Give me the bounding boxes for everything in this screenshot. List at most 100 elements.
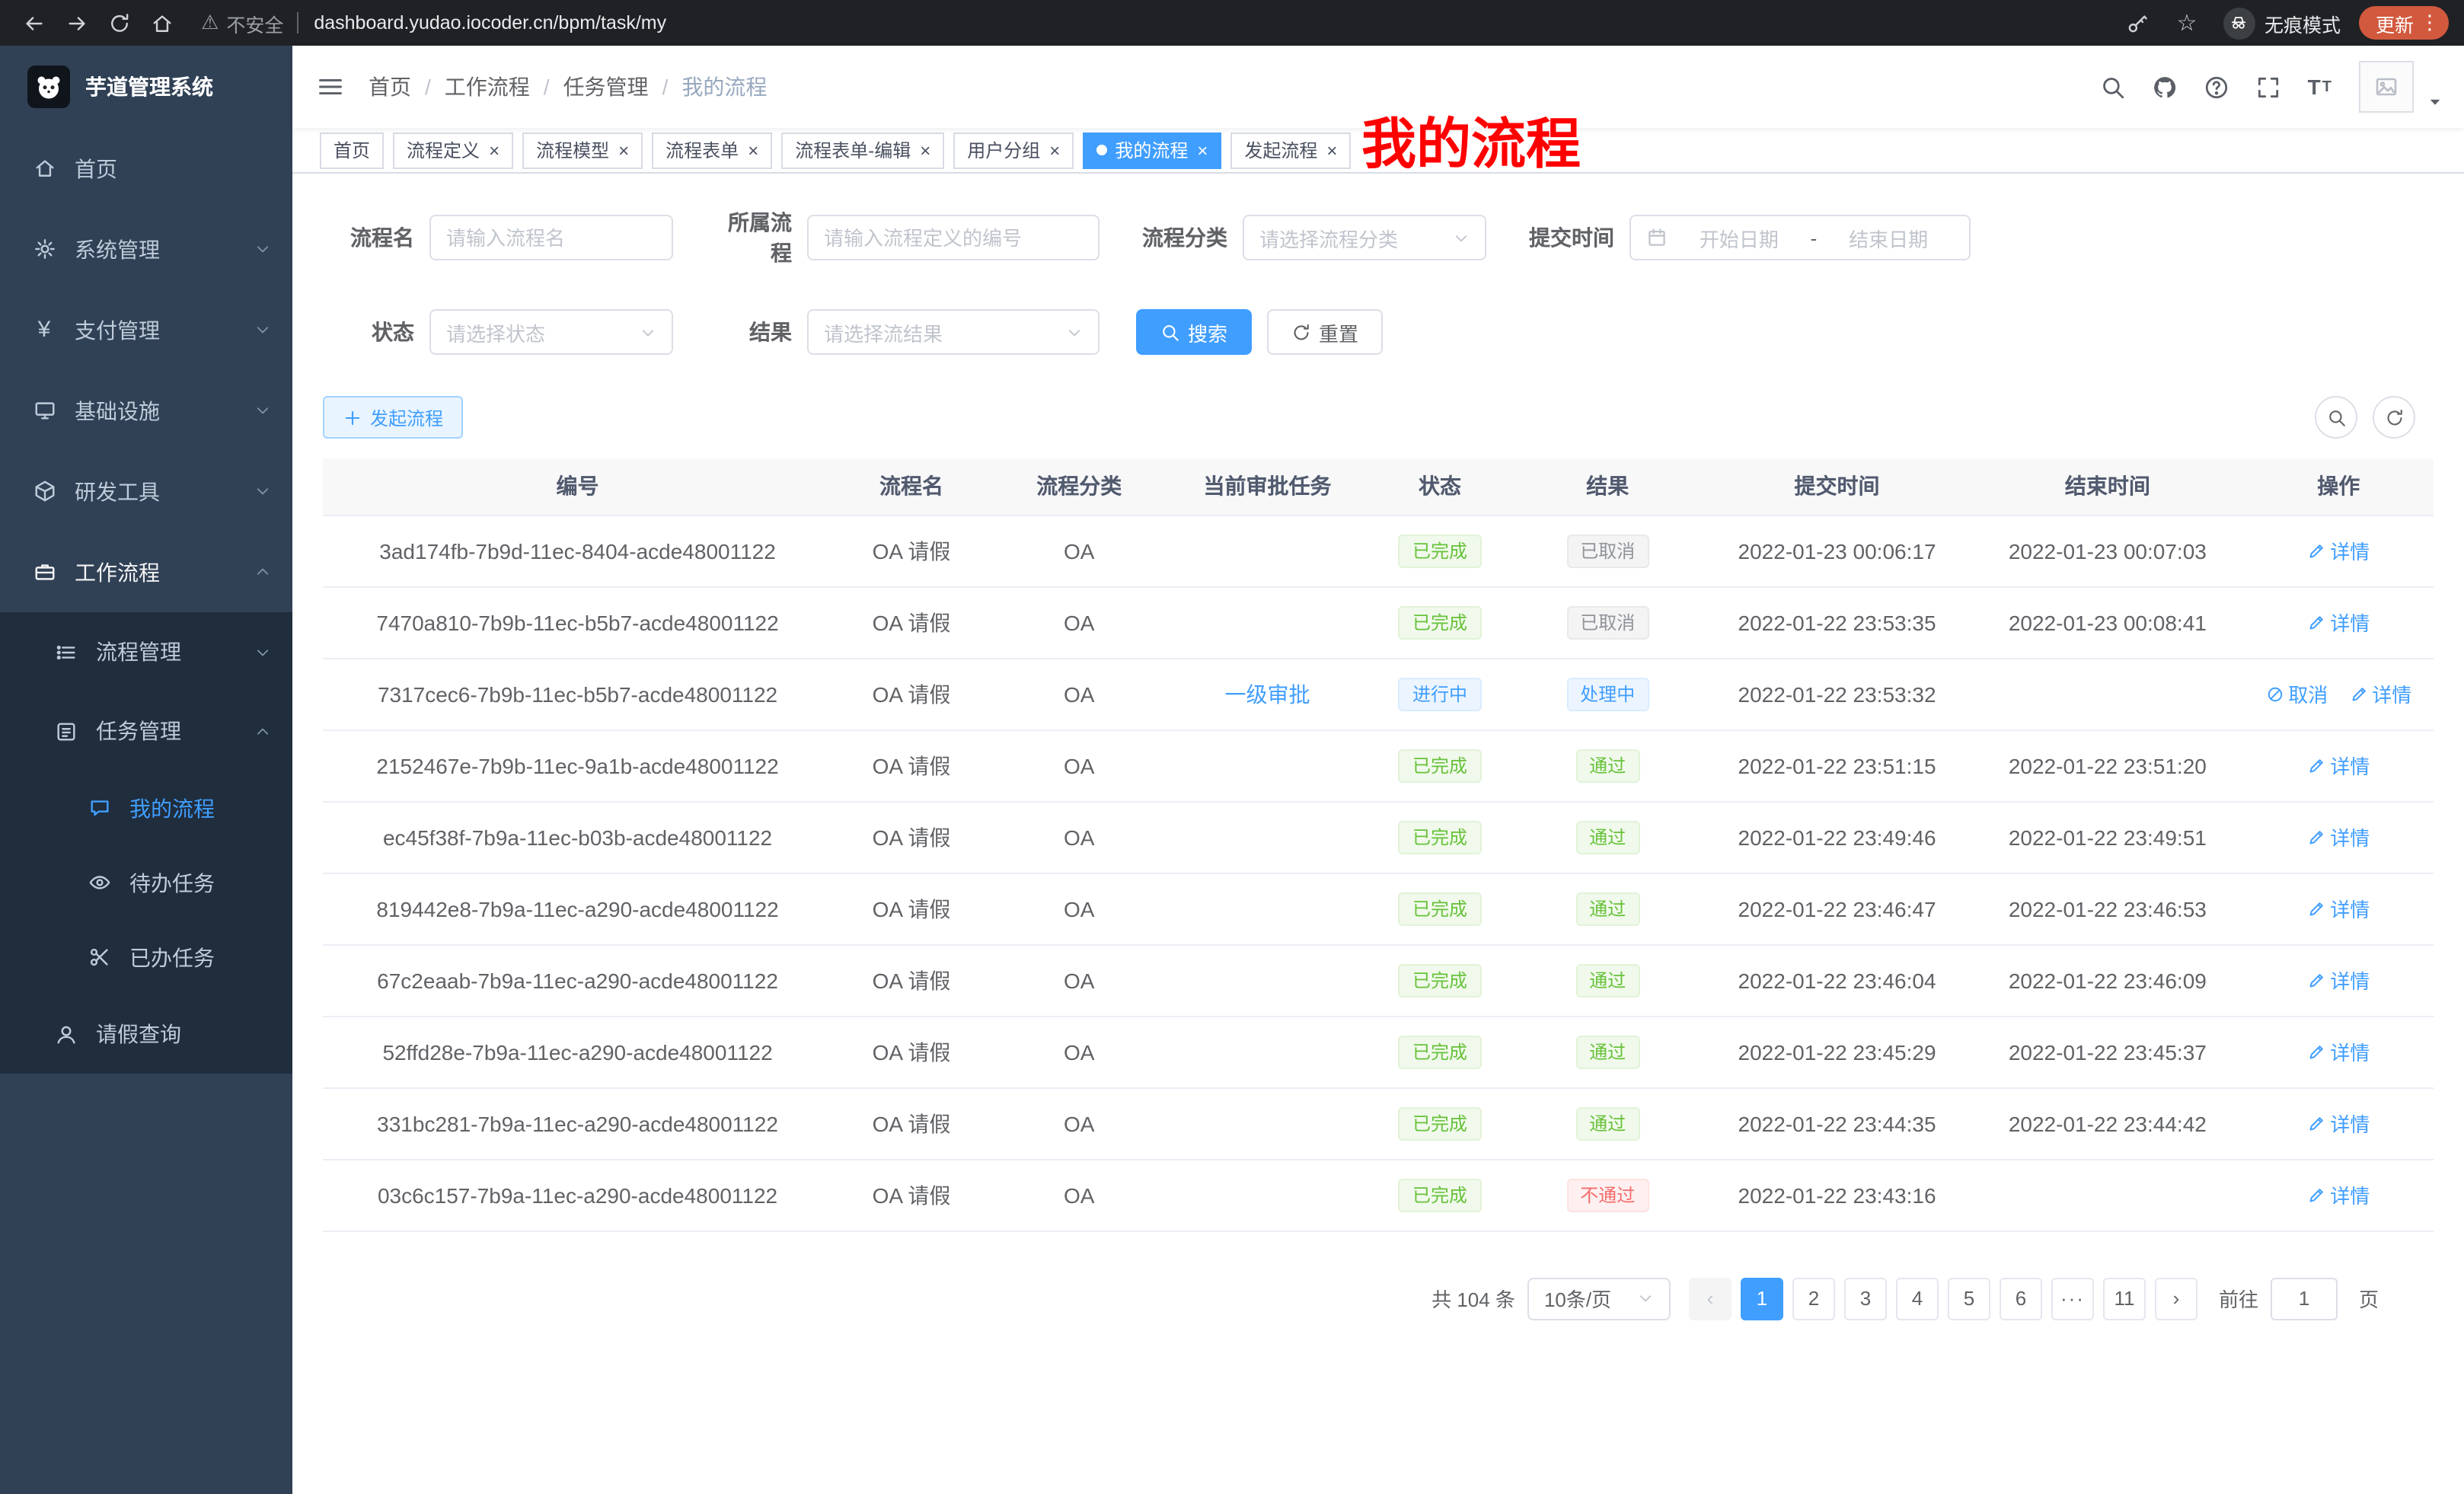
sidebar-item[interactable]: 工作流程 [0, 532, 292, 612]
process-name-input[interactable] [429, 215, 673, 260]
page-button[interactable]: 4 [1896, 1277, 1939, 1320]
sidebar-item[interactable]: 首页 [0, 128, 292, 209]
detail-link[interactable]: 详情 [2307, 822, 2370, 851]
submit-time-range[interactable]: 开始日期 - 结束日期 [1629, 215, 1971, 260]
tab-close-icon[interactable]: × [1326, 141, 1337, 159]
sidebar-item[interactable]: 待办任务 [0, 845, 292, 920]
tab-close-icon[interactable]: × [920, 141, 930, 159]
sidebar-item[interactable]: 我的流程 [0, 771, 292, 845]
detail-link[interactable]: 详情 [2349, 679, 2411, 708]
browser-menu-icon[interactable]: ⋮ [2420, 11, 2440, 35]
sidebar-item[interactable]: 任务管理 [0, 691, 292, 771]
page-button[interactable]: 1 [1741, 1277, 1783, 1320]
view-tab[interactable]: 发起流程× [1230, 132, 1351, 168]
hamburger-icon[interactable] [292, 73, 369, 101]
create-process-button[interactable]: 发起流程 [323, 396, 463, 439]
tab-close-icon[interactable]: × [489, 141, 500, 159]
payment-icon: ¥ [30, 317, 58, 343]
prev-page-button[interactable]: ‹ [1689, 1277, 1732, 1320]
breadcrumb-item[interactable]: 工作流程 [445, 72, 530, 102]
page-button[interactable]: 5 [1948, 1277, 1990, 1320]
status-placeholder: 请选择状态 [446, 318, 545, 346]
goto-page-input[interactable] [2271, 1277, 2338, 1320]
category-select[interactable]: 请选择流程分类 [1243, 215, 1486, 260]
page-size-select[interactable]: 10条/页 [1527, 1277, 1671, 1320]
view-tab[interactable]: 流程表单× [652, 132, 772, 168]
forward-icon[interactable] [58, 5, 94, 41]
next-page-button[interactable]: › [2155, 1277, 2197, 1320]
page-button[interactable]: 6 [2000, 1277, 2042, 1320]
row-actions: 详情 [2244, 1087, 2434, 1159]
parent-process-label: 所属流程 [710, 207, 807, 268]
tab-close-icon[interactable]: × [1197, 141, 1208, 159]
tab-close-icon[interactable]: × [748, 141, 758, 159]
view-tab[interactable]: 流程定义× [393, 132, 513, 168]
view-tab[interactable]: 首页 [320, 132, 384, 168]
breadcrumb-item[interactable]: 任务管理 [563, 72, 649, 102]
row-current-task [1168, 801, 1368, 873]
bookmark-star-icon[interactable]: ☆ [2169, 5, 2205, 41]
github-icon[interactable] [2153, 74, 2178, 100]
fullscreen-icon[interactable] [2256, 74, 2282, 100]
cancel-link[interactable]: 取消 [2265, 679, 2328, 708]
result-badge: 已取消 [1566, 534, 1649, 567]
row-id: 03c6c157-7b9a-11ec-a290-acde48001122 [323, 1159, 832, 1231]
sidebar-item-label: 请假查询 [96, 1019, 181, 1049]
tab-close-icon[interactable]: × [618, 141, 629, 159]
browser-home-icon[interactable] [143, 5, 180, 41]
refresh-button[interactable] [2373, 396, 2415, 439]
sidebar-item[interactable]: 基础设施 [0, 370, 292, 451]
reload-icon[interactable] [101, 5, 137, 41]
search-icon[interactable] [2101, 74, 2127, 100]
detail-link[interactable]: 详情 [2307, 966, 2370, 994]
avatar[interactable] [2359, 61, 2414, 113]
row-submit-time: 2022-01-23 00:06:17 [1703, 515, 1971, 586]
help-icon[interactable] [2204, 74, 2230, 100]
status-badge: 已完成 [1399, 605, 1481, 639]
page-button[interactable]: 11 [2103, 1277, 2146, 1320]
view-tab[interactable]: 用户分组× [953, 132, 1074, 168]
font-size-icon[interactable]: TT [2308, 75, 2333, 99]
detail-link[interactable]: 详情 [2307, 1180, 2370, 1209]
search-button[interactable]: 搜索 [1136, 309, 1252, 355]
logo[interactable]: 芋道管理系统 [0, 46, 292, 128]
reset-button[interactable]: 重置 [1267, 309, 1383, 355]
page-button[interactable]: 2 [1792, 1277, 1835, 1320]
detail-link[interactable]: 详情 [2307, 1109, 2370, 1138]
detail-link[interactable]: 详情 [2307, 751, 2370, 780]
sidebar-item[interactable]: 系统管理 [0, 209, 292, 289]
sidebar-item[interactable]: 请假查询 [0, 994, 292, 1074]
password-key-icon[interactable] [2120, 5, 2156, 41]
parent-process-input[interactable] [807, 215, 1100, 260]
update-button[interactable]: 更新 ⋮ [2359, 6, 2449, 40]
main-area: 首页/工作流程/任务管理/我的流程 TT 首页流程定义×流程模型×流程表单×流程… [292, 46, 2464, 1494]
detail-link[interactable]: 详情 [2307, 894, 2370, 923]
address-bar[interactable]: ⚠ 不安全 dashboard.yudao.iocoder.cn/bpm/tas… [201, 8, 2114, 37]
detail-link[interactable]: 详情 [2307, 536, 2370, 565]
url-path: /bpm/task/my [553, 12, 666, 34]
more-pages-button[interactable]: ··· [2051, 1277, 2094, 1320]
view-tab[interactable]: 流程表单-编辑× [781, 132, 944, 168]
sidebar-item[interactable]: 研发工具 [0, 451, 292, 532]
status-badge: 进行中 [1399, 677, 1481, 710]
status-select[interactable]: 请选择状态 [429, 309, 673, 355]
chevron-up-icon [254, 563, 271, 580]
current-task-link[interactable]: 一级审批 [1225, 682, 1310, 706]
toggle-search-button[interactable] [2315, 396, 2357, 439]
detail-link[interactable]: 详情 [2307, 1037, 2370, 1066]
view-tab[interactable]: 流程模型× [522, 132, 643, 168]
row-submit-time: 2022-01-22 23:51:15 [1703, 729, 1971, 801]
tab-close-icon[interactable]: × [1049, 141, 1060, 159]
row-end-time [1971, 1159, 2243, 1231]
back-icon[interactable] [15, 5, 52, 41]
view-tab[interactable]: 我的流程× [1083, 132, 1221, 168]
sidebar-item[interactable]: 已办任务 [0, 920, 292, 994]
avatar-caret-icon[interactable] [2427, 94, 2443, 110]
page-button[interactable]: 3 [1844, 1277, 1887, 1320]
sidebar-item[interactable]: 流程管理 [0, 612, 292, 691]
action-label: 详情 [2330, 608, 2370, 637]
detail-link[interactable]: 详情 [2307, 608, 2370, 637]
breadcrumb-item[interactable]: 首页 [369, 72, 411, 102]
sidebar-item[interactable]: ¥支付管理 [0, 289, 292, 370]
result-select[interactable]: 请选择流结果 [807, 309, 1100, 355]
